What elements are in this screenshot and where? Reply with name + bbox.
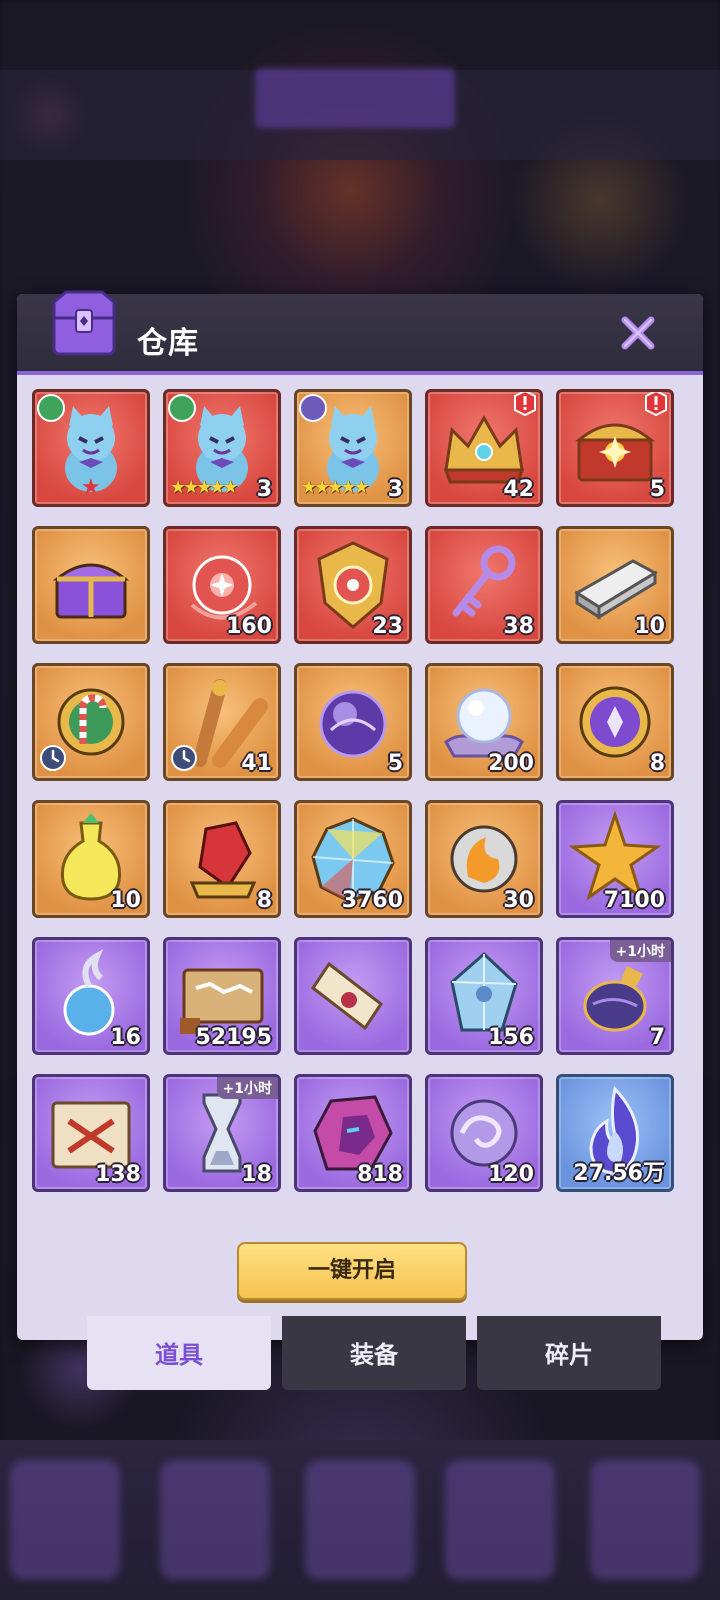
item-count: 38: [503, 614, 534, 639]
item-slot-bar[interactable]: 10: [556, 526, 674, 644]
time-bonus-tag: +1小时: [216, 1077, 278, 1099]
item-slot-cat[interactable]: ★★★★★ 3: [163, 389, 281, 507]
item-slot-swirl-orb[interactable]: 120: [425, 1074, 543, 1192]
item-slot-scroll[interactable]: [294, 937, 412, 1055]
item-count: 818: [357, 1162, 403, 1187]
item-slot-red-gem[interactable]: 8: [163, 800, 281, 918]
item-slot-crown[interactable]: 42: [425, 389, 543, 507]
item-grid[interactable]: ★ ★★★★★ 3 ★★★★★ 3 42 5 160 23 38 10 41 5 200 8 10 8 3760 3…: [32, 389, 692, 1229]
item-count: 41: [241, 751, 272, 776]
star-rating: ★★★★★: [301, 477, 370, 498]
item-count: 42: [503, 477, 534, 502]
item-count: 3: [387, 477, 403, 502]
scroll-icon: [310, 961, 384, 1031]
alert-icon: [514, 392, 536, 416]
page-title: 仓库: [137, 326, 199, 361]
item-count: 23: [372, 614, 403, 639]
item-slot-pearl[interactable]: 200: [425, 663, 543, 781]
item-slot-key[interactable]: 38: [425, 526, 543, 644]
background-nav-icon: [445, 1460, 555, 1580]
red-star-icon: ★: [81, 475, 101, 500]
item-slot-hourglass[interactable]: +1小时 18: [163, 1074, 281, 1192]
item-slot-gold-star[interactable]: 7100: [556, 800, 674, 918]
warehouse-panel: 仓库 ★ ★★★★★ 3 ★★★★★ 3 42 5 160 23 38 10 41 5 200 8 10 8 37…: [17, 294, 703, 1340]
open-all-button[interactable]: 一键开启: [237, 1242, 467, 1300]
leaf-element-icon: [168, 394, 196, 422]
warehouse-chest-icon: [52, 290, 116, 356]
background-nav-icon: [160, 1460, 270, 1580]
item-slot-shield[interactable]: 23: [294, 526, 412, 644]
item-count: 30: [503, 888, 534, 913]
item-slot-soul[interactable]: 16: [32, 937, 150, 1055]
star-rating: ★★★★★: [170, 477, 239, 498]
item-count: 8: [256, 888, 272, 913]
item-slot-red-scroll[interactable]: 138: [32, 1074, 150, 1192]
item-count: 120: [488, 1162, 534, 1187]
item-count: 3: [256, 477, 272, 502]
background-nav-icon: [10, 1460, 120, 1580]
item-count: 18: [241, 1162, 272, 1187]
item-slot-flame[interactable]: 27.56万: [556, 1074, 674, 1192]
time-bonus-tag: +1小时: [609, 940, 671, 962]
item-count: 52195: [195, 1025, 272, 1050]
item-count: 200: [488, 751, 534, 776]
clock-icon: [171, 745, 197, 771]
item-count: 10: [634, 614, 665, 639]
item-count: 5: [387, 751, 403, 776]
item-count: 10: [110, 888, 141, 913]
close-button[interactable]: [619, 314, 657, 352]
item-slot-crystal[interactable]: 156: [425, 937, 543, 1055]
item-count: 3760: [341, 888, 403, 913]
tab-equipment[interactable]: 装备: [282, 1316, 466, 1390]
background-nav-icon: [590, 1460, 700, 1580]
tab-fragments[interactable]: 碎片: [477, 1316, 661, 1390]
item-count: 7100: [603, 888, 665, 913]
background-banner: [255, 68, 455, 128]
item-slot-scrolls[interactable]: 41: [163, 663, 281, 781]
tab-items[interactable]: 道具: [87, 1316, 271, 1390]
item-count: 156: [488, 1025, 534, 1050]
item-count: 160: [226, 614, 272, 639]
item-slot-prism[interactable]: 3760: [294, 800, 412, 918]
item-slot-purple-medal[interactable]: 8: [556, 663, 674, 781]
clock-icon: [40, 745, 66, 771]
item-slot-bottle[interactable]: +1小时 7: [556, 937, 674, 1055]
item-slot-candy-medal[interactable]: [32, 663, 150, 781]
item-slot-map[interactable]: 52195: [163, 937, 281, 1055]
wolf-element-icon: [299, 394, 327, 422]
alert-icon: [645, 392, 667, 416]
item-slot-potion[interactable]: 10: [32, 800, 150, 918]
item-count: 7: [649, 1025, 665, 1050]
item-count: 5: [649, 477, 665, 502]
background-nav-icon: [305, 1460, 415, 1580]
item-count: 27.56万: [573, 1161, 665, 1186]
leaf-element-icon: [37, 394, 65, 422]
purple-chest-icon: [52, 563, 130, 619]
item-count: 138: [95, 1162, 141, 1187]
item-slot-red-orb[interactable]: 160: [163, 526, 281, 644]
item-slot-pink-gem[interactable]: 818: [294, 1074, 412, 1192]
item-count: 16: [110, 1025, 141, 1050]
item-count: 8: [649, 751, 665, 776]
item-slot-cat[interactable]: ★: [32, 389, 150, 507]
item-slot-fire-orb[interactable]: 30: [425, 800, 543, 918]
item-slot-chest[interactable]: 5: [556, 389, 674, 507]
item-slot-cat[interactable]: ★★★★★ 3: [294, 389, 412, 507]
item-slot-purple-sphere[interactable]: 5: [294, 663, 412, 781]
item-slot-purple-chest[interactable]: [32, 526, 150, 644]
